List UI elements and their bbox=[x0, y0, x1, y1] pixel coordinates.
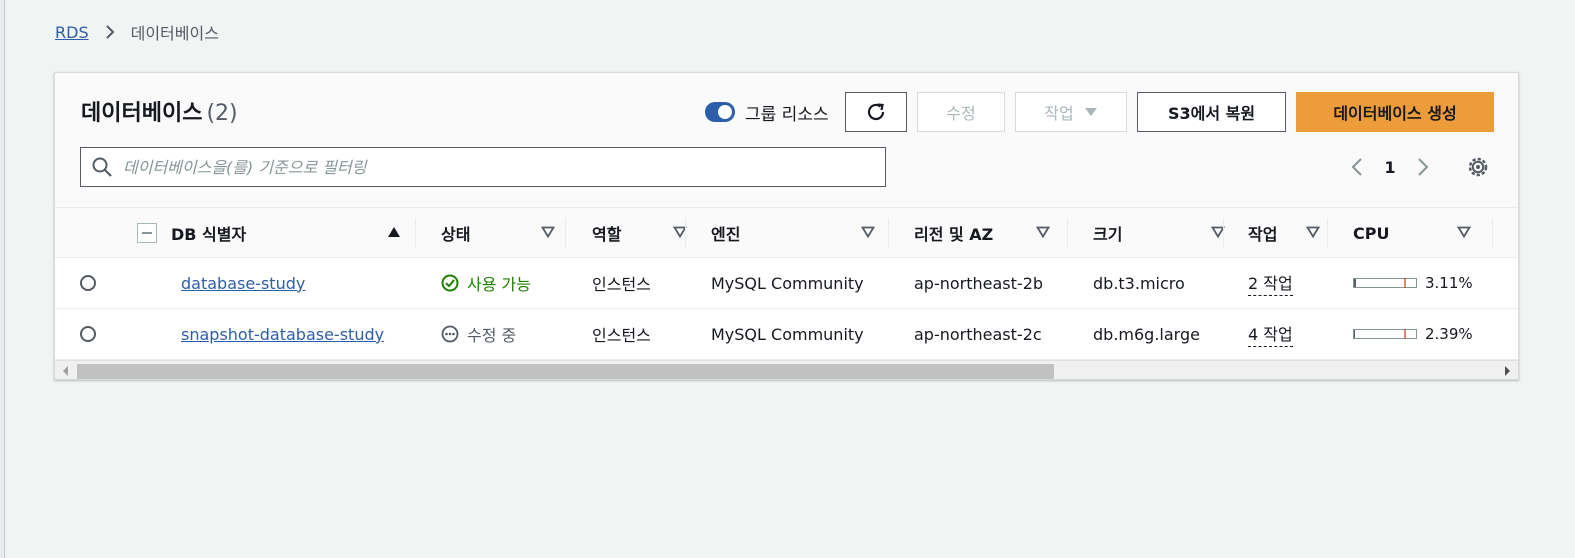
cpu-usage-fill bbox=[1354, 330, 1356, 338]
column-header-engine[interactable]: 엔진 bbox=[711, 208, 885, 258]
refresh-button[interactable] bbox=[845, 92, 907, 132]
actions-count-link[interactable]: 2 작업 bbox=[1248, 270, 1293, 296]
row-select-radio[interactable] bbox=[80, 326, 96, 342]
sort-caret-icon bbox=[861, 226, 875, 239]
status-text: 수정 중 bbox=[467, 326, 517, 345]
next-page-button[interactable] bbox=[1411, 153, 1435, 181]
column-header-size[interactable]: 크기 bbox=[1093, 208, 1235, 258]
column-header-size-label: 크기 bbox=[1093, 225, 1123, 244]
panel-title-text: 데이터베이스 bbox=[81, 101, 203, 126]
page-title: 데이터베이스 (2) bbox=[81, 95, 238, 127]
row-select-radio[interactable] bbox=[80, 275, 96, 291]
create-database-button[interactable]: 데이터베이스 생성 bbox=[1296, 92, 1494, 132]
group-resources-label: 그룹 리소스 bbox=[745, 104, 829, 125]
cpu-usage-fill bbox=[1354, 279, 1356, 287]
panel-count: (2) bbox=[206, 101, 238, 126]
table-header: DB 식별자 상태 역할 엔진 리전 및 AZ 크기 작업 CPU bbox=[55, 208, 1518, 258]
engine-cell: MySQL Community bbox=[711, 273, 864, 293]
search-field[interactable] bbox=[80, 147, 886, 187]
column-header-role-label: 역할 bbox=[592, 225, 622, 244]
cpu-percent: 3.11% bbox=[1425, 274, 1473, 292]
cpu-threshold-mark bbox=[1404, 329, 1406, 339]
sort-caret-icon bbox=[541, 226, 555, 239]
page-number[interactable]: 1 bbox=[1369, 158, 1411, 177]
breadcrumb: RDS 데이터베이스 bbox=[55, 20, 219, 44]
sort-caret-icon bbox=[1036, 226, 1050, 239]
pagination: 1 bbox=[1345, 153, 1435, 181]
column-divider bbox=[1327, 218, 1328, 248]
caret-down-icon bbox=[1084, 108, 1097, 116]
search-input[interactable] bbox=[123, 157, 863, 177]
status-modifying: 수정 중 bbox=[441, 322, 516, 346]
chevron-right-icon bbox=[105, 25, 115, 39]
indeterminate-mark bbox=[142, 232, 152, 234]
status-text: 사용 가능 bbox=[467, 275, 531, 294]
column-divider bbox=[1492, 218, 1493, 248]
column-header-cpu-label: CPU bbox=[1353, 223, 1390, 243]
horizontal-scrollbar[interactable] bbox=[55, 360, 1518, 379]
status-available: 사용 가능 bbox=[441, 271, 531, 295]
select-all-checkbox[interactable] bbox=[137, 223, 157, 243]
role-cell: 인스턴스 bbox=[592, 275, 651, 294]
scroll-left-arrow-icon[interactable] bbox=[61, 365, 71, 377]
column-header-status-label: 상태 bbox=[441, 225, 471, 244]
column-header-engine-label: 엔진 bbox=[711, 225, 741, 244]
column-divider bbox=[1067, 218, 1068, 248]
column-divider bbox=[685, 218, 686, 248]
group-resources-toggle-wrap: 그룹 리소스 bbox=[705, 100, 829, 125]
chevron-left-icon bbox=[1351, 158, 1362, 176]
column-header-actions-label: 작업 bbox=[1248, 225, 1278, 244]
refresh-icon bbox=[867, 103, 885, 121]
cpu-usage-bar bbox=[1353, 278, 1417, 288]
column-divider bbox=[1223, 218, 1224, 248]
prev-page-button[interactable] bbox=[1345, 153, 1369, 181]
role-cell: 인스턴스 bbox=[592, 326, 651, 345]
column-header-status[interactable]: 상태 bbox=[441, 208, 565, 258]
column-header-role[interactable]: 역할 bbox=[592, 208, 697, 258]
column-divider bbox=[888, 218, 889, 248]
search-icon bbox=[92, 157, 112, 177]
sort-caret-icon bbox=[1457, 226, 1471, 239]
cpu-percent: 2.39% bbox=[1425, 325, 1473, 343]
column-header-cpu[interactable]: CPU bbox=[1353, 208, 1481, 258]
region-cell: ap-northeast-2b bbox=[914, 273, 1044, 293]
engine-cell: MySQL Community bbox=[711, 324, 864, 344]
size-cell: db.m6g.large bbox=[1093, 324, 1200, 344]
column-header-id[interactable]: DB 식별자 bbox=[171, 208, 411, 258]
settings-gear-icon[interactable] bbox=[1465, 154, 1491, 180]
db-identifier-link[interactable]: database-study bbox=[181, 274, 305, 293]
column-divider bbox=[415, 218, 416, 248]
in-progress-icon bbox=[441, 325, 459, 343]
column-header-region-label: 리전 및 AZ bbox=[914, 225, 994, 244]
actions-button[interactable]: 작업 bbox=[1015, 92, 1127, 132]
table-row[interactable]: database-study 사용 가능 인스턴스 MySQL Communit… bbox=[55, 258, 1518, 309]
scroll-right-arrow-icon[interactable] bbox=[1502, 365, 1512, 377]
actions-button-label: 작업 bbox=[1044, 104, 1074, 123]
chevron-right-icon bbox=[1418, 158, 1429, 176]
cpu-usage-bar bbox=[1353, 329, 1417, 339]
sort-ascending-icon bbox=[388, 227, 400, 237]
region-cell: ap-northeast-2c bbox=[914, 324, 1042, 344]
table-row[interactable]: snapshot-database-study 수정 중 인스턴스 MySQL … bbox=[55, 309, 1518, 360]
size-cell: db.t3.micro bbox=[1093, 273, 1185, 293]
db-identifier-link[interactable]: snapshot-database-study bbox=[181, 325, 384, 344]
check-circle-icon bbox=[441, 274, 459, 292]
column-header-id-label: DB 식별자 bbox=[171, 225, 247, 244]
databases-panel: 데이터베이스 (2) 그룹 리소스 수정 작업 S3에서 복원 데이터베이스 생성 bbox=[54, 72, 1519, 380]
modify-button[interactable]: 수정 bbox=[917, 92, 1005, 132]
breadcrumb-rds-link[interactable]: RDS bbox=[55, 23, 89, 42]
page-left-border bbox=[0, 0, 5, 558]
column-header-region[interactable]: 리전 및 AZ bbox=[914, 208, 1060, 258]
actions-count-link[interactable]: 4 작업 bbox=[1248, 321, 1293, 347]
restore-from-s3-button[interactable]: S3에서 복원 bbox=[1137, 92, 1286, 132]
breadcrumb-current: 데이터베이스 bbox=[130, 24, 219, 43]
column-header-actions[interactable]: 작업 bbox=[1248, 208, 1330, 258]
sort-caret-icon bbox=[1306, 226, 1320, 239]
cpu-threshold-mark bbox=[1404, 278, 1406, 288]
group-resources-toggle[interactable] bbox=[705, 102, 735, 122]
scrollbar-thumb[interactable] bbox=[77, 364, 1054, 379]
column-divider bbox=[565, 218, 566, 248]
panel-header: 데이터베이스 (2) 그룹 리소스 수정 작업 S3에서 복원 데이터베이스 생성 bbox=[55, 73, 1518, 208]
